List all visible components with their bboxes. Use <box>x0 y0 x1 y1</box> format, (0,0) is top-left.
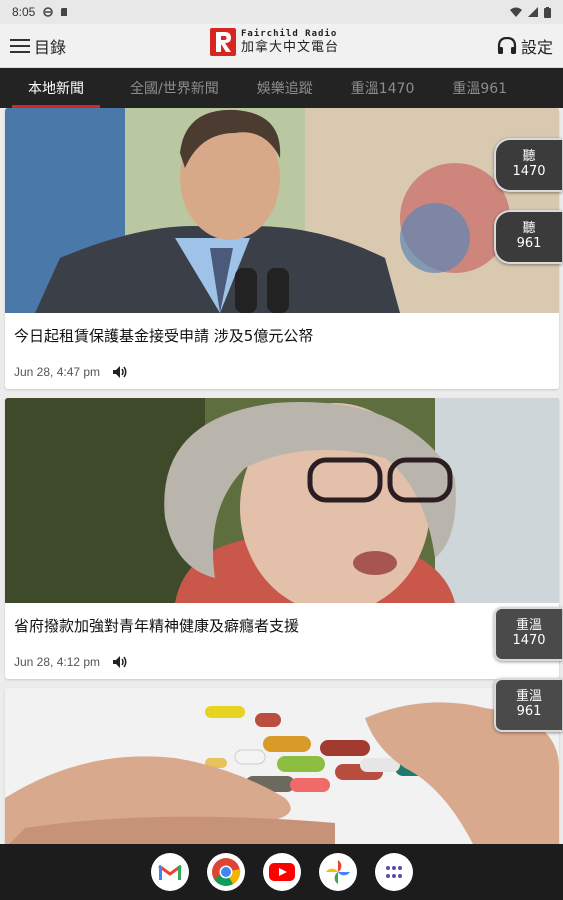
article-meta: Jun 28, 4:12 pm <box>5 645 559 679</box>
station-label: 961 <box>516 236 542 251</box>
app-screen: 8:05 目錄 Fairchild Radio 加拿大中文電台 設定 本地新聞 … <box>0 0 563 900</box>
hamburger-menu-icon <box>10 38 30 53</box>
tab-replay-1470[interactable]: 重溫1470 <box>351 68 415 108</box>
listen-label: 聽 <box>522 149 536 165</box>
news-card[interactable]: 今日起租賃保護基金接受申請 涉及5億元公帑 Jun 28, 4:47 pm <box>5 108 559 389</box>
article-title[interactable]: 今日起租賃保護基金接受申請 涉及5億元公帑 <box>5 313 559 355</box>
logo-mark-icon <box>210 28 236 56</box>
app-bar: 目錄 Fairchild Radio 加拿大中文電台 設定 <box>0 24 563 68</box>
taskbar-dock <box>0 844 563 900</box>
logo-english-name: Fairchild Radio <box>241 29 338 39</box>
signal-icon <box>528 7 538 17</box>
tab-label: 全國/世界新聞 <box>130 81 219 97</box>
tab-label: 娛樂追蹤 <box>256 81 313 97</box>
battery-icon <box>544 6 551 18</box>
replay-label: 重溫 <box>515 689 542 705</box>
replay-1470-button[interactable]: 重溫 1470 <box>494 607 562 661</box>
youtube-icon[interactable] <box>262 853 301 891</box>
tab-label: 重溫1470 <box>350 81 415 97</box>
article-title[interactable]: 省府撥款加強對青年精神健康及癖癮者支援 <box>5 603 559 645</box>
photos-icon[interactable] <box>318 853 357 891</box>
menu-label: 目錄 <box>34 37 67 57</box>
settings-label: 設定 <box>520 38 553 57</box>
tab-label: 重溫961 <box>452 81 508 97</box>
headphones-icon <box>497 37 517 54</box>
article-photo-politician-at-podium <box>5 108 559 313</box>
app-drawer-icon[interactable] <box>374 853 413 891</box>
gmail-icon[interactable] <box>150 853 189 891</box>
tab-label: 本地新聞 <box>28 81 84 97</box>
listen-1470-button[interactable]: 聽 1470 <box>494 138 562 192</box>
ring-notification-icon <box>43 7 54 17</box>
news-feed[interactable]: 今日起租賃保護基金接受申請 涉及5億元公帑 Jun 28, 4:47 pm 省府… <box>0 108 563 844</box>
tab-national-world-news[interactable]: 全國/世界新聞 <box>130 68 219 108</box>
settings-button[interactable]: 設定 <box>497 34 553 58</box>
listen-label: 聽 <box>522 221 536 237</box>
speaker-icon[interactable] <box>112 654 128 670</box>
logo-chinese-name: 加拿大中文電台 <box>241 40 340 55</box>
status-time: 8:05 <box>12 5 36 19</box>
station-label: 1470 <box>512 164 546 179</box>
news-card[interactable]: 省府撥款加強對青年精神健康及癖癮者支援 Jun 28, 4:12 pm <box>5 398 559 679</box>
listen-961-button[interactable]: 聽 961 <box>494 210 562 264</box>
news-category-tabs: 本地新聞 全國/世界新聞 娛樂追蹤 重溫1470 重溫961 <box>0 68 563 108</box>
article-date: Jun 28, 4:47 pm <box>14 365 101 379</box>
tab-local-news[interactable]: 本地新聞 <box>12 68 100 108</box>
menu-button[interactable]: 目錄 <box>0 34 66 58</box>
tab-entertainment[interactable]: 娛樂追蹤 <box>257 68 313 108</box>
article-meta: Jun 28, 4:47 pm <box>5 355 559 389</box>
chrome-icon[interactable] <box>206 853 245 891</box>
replay-label: 重溫 <box>515 618 542 634</box>
speaker-icon[interactable] <box>112 364 128 380</box>
fairchild-radio-logo: Fairchild Radio 加拿大中文電台 <box>210 28 339 56</box>
news-card[interactable] <box>5 688 559 844</box>
article-date: Jun 28, 4:12 pm <box>14 655 101 669</box>
status-bar: 8:05 <box>0 0 563 24</box>
station-label: 961 <box>516 704 542 719</box>
station-label: 1470 <box>512 633 546 648</box>
article-photo-pills <box>5 688 559 844</box>
sd-card-icon <box>61 8 68 16</box>
article-photo-woman-speaking <box>5 398 559 603</box>
wifi-icon <box>510 7 522 17</box>
replay-961-button[interactable]: 重溫 961 <box>494 678 562 732</box>
tab-replay-961[interactable]: 重溫961 <box>452 68 507 108</box>
